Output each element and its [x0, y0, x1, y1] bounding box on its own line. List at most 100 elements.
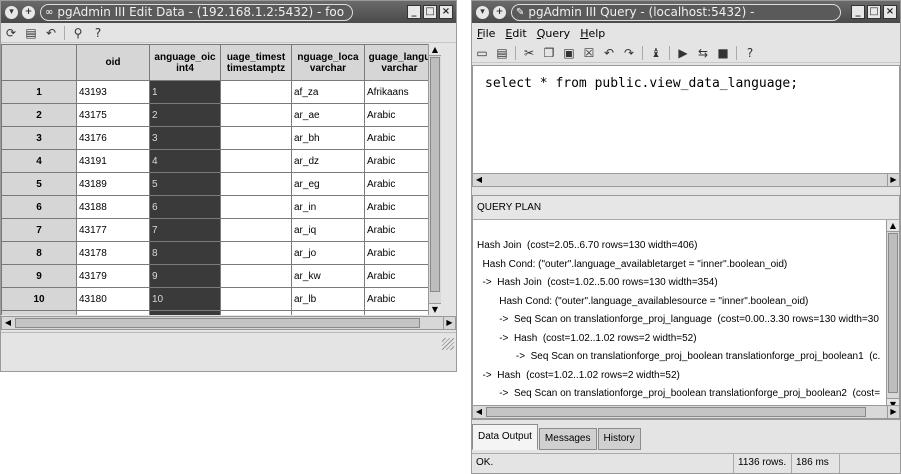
cell-language-timestamp[interactable] — [220, 126, 292, 150]
tab-messages[interactable]: Messages — [538, 428, 597, 450]
cell-language-language[interactable]: Arabic — [364, 287, 435, 311]
cell-language-language[interactable]: Arabic — [364, 195, 435, 219]
scroll-thumb[interactable] — [430, 57, 440, 292]
menu-edit[interactable]: Edit — [505, 27, 526, 40]
window-add-icon[interactable]: + — [22, 5, 35, 19]
cell-language-locale[interactable]: ar_jo — [291, 241, 365, 265]
resize-grip-icon[interactable] — [442, 338, 454, 350]
cell-language-timestamp[interactable] — [220, 287, 292, 311]
row-number[interactable]: 2 — [1, 103, 77, 127]
sql-editor[interactable]: select * from public.view_data_language; — [472, 65, 900, 184]
cell-language-oid[interactable]: 9 — [149, 264, 221, 288]
minimize-icon[interactable]: _ — [851, 5, 865, 19]
table-row[interactable]: 8 43178 8 ar_jo Arabic — [1, 241, 435, 265]
cell-oid[interactable]: 43178 — [76, 241, 150, 265]
row-number[interactable]: 9 — [1, 264, 77, 288]
cell-language-timestamp[interactable] — [220, 218, 292, 242]
menu-help[interactable]: Help — [580, 27, 605, 40]
save-icon[interactable]: ▤ — [495, 46, 509, 60]
cell-language-locale[interactable]: ar_bh — [291, 126, 365, 150]
column-header-language-language[interactable]: guage_langu varchar — [364, 44, 435, 81]
grid-vertical-scrollbar[interactable]: ▲ ▼ — [428, 44, 441, 315]
cell-language-language[interactable]: Arabic — [364, 103, 435, 127]
table-row[interactable]: 5 43189 5 ar_eg Arabic — [1, 172, 435, 196]
row-number[interactable]: 1 — [1, 80, 77, 104]
column-header-oid[interactable]: oid — [76, 44, 150, 81]
cell-language-language[interactable]: Arabic — [364, 310, 435, 315]
cell-oid[interactable]: 43189 — [76, 172, 150, 196]
table-row[interactable]: 3 43176 3 ar_bh Arabic — [1, 126, 435, 150]
table-row[interactable]: 9 43179 9 ar_kw Arabic — [1, 264, 435, 288]
open-icon[interactable]: ▭ — [475, 46, 489, 60]
column-header-language-locale[interactable]: nguage_loca varchar — [291, 44, 365, 81]
close-icon[interactable]: × — [883, 5, 897, 19]
scroll-right-icon[interactable]: ▶ — [887, 174, 899, 186]
table-row[interactable]: 7 43177 7 ar_iq Arabic — [1, 218, 435, 242]
row-number[interactable]: 5 — [1, 172, 77, 196]
window-add-icon[interactable]: + — [493, 5, 506, 19]
output-horizontal-scrollbar[interactable]: ◀ ▶ — [472, 405, 900, 419]
column-header-language-timestamp[interactable]: uage_timest timestamptz — [220, 44, 292, 81]
filter-icon[interactable]: ⚲ — [71, 26, 85, 40]
cell-language-locale[interactable]: ar_ly — [291, 310, 365, 315]
cell-language-timestamp[interactable] — [220, 310, 292, 315]
window-menu-icon[interactable]: ▾ — [476, 5, 489, 19]
maximize-icon[interactable]: □ — [867, 5, 881, 19]
cell-oid[interactable]: 43179 — [76, 264, 150, 288]
execute-icon[interactable]: ▶ — [676, 46, 690, 60]
cell-language-locale[interactable]: ar_kw — [291, 264, 365, 288]
scroll-thumb[interactable] — [888, 233, 898, 393]
cell-oid[interactable]: 43177 — [76, 218, 150, 242]
cell-oid[interactable]: 43188 — [76, 195, 150, 219]
row-number[interactable]: 4 — [1, 149, 77, 173]
help-icon[interactable]: ? — [91, 26, 105, 40]
scroll-up-icon[interactable]: ▲ — [429, 44, 441, 56]
output-vertical-scrollbar[interactable]: ▲ ▼ — [886, 220, 899, 410]
cell-language-timestamp[interactable] — [220, 195, 292, 219]
cell-language-locale[interactable]: ar_lb — [291, 287, 365, 311]
cell-language-oid[interactable]: 8 — [149, 241, 221, 265]
cell-language-locale[interactable]: ar_eg — [291, 172, 365, 196]
maximize-icon[interactable]: □ — [423, 5, 437, 19]
cell-oid[interactable]: 43181 — [76, 310, 150, 315]
cell-language-oid[interactable]: 2 — [149, 103, 221, 127]
minimize-icon[interactable]: _ — [407, 5, 421, 19]
cell-oid[interactable]: 43180 — [76, 287, 150, 311]
table-row[interactable]: 1 43193 1 af_za Afrikaans — [1, 80, 435, 104]
undo-icon[interactable]: ↶ — [602, 46, 616, 60]
cell-language-locale[interactable]: ar_ae — [291, 103, 365, 127]
menu-file[interactable]: File — [477, 27, 495, 40]
table-row[interactable]: 6 43188 6 ar_in Arabic — [1, 195, 435, 219]
cell-language-timestamp[interactable] — [220, 264, 292, 288]
row-number[interactable]: 10 — [1, 287, 77, 311]
row-number[interactable]: 3 — [1, 126, 77, 150]
corner-header[interactable] — [1, 44, 77, 81]
close-icon[interactable]: × — [439, 5, 453, 19]
cell-language-timestamp[interactable] — [220, 103, 292, 127]
editor-horizontal-scrollbar[interactable]: ◀ ▶ — [472, 173, 900, 187]
refresh-icon[interactable]: ⟳ — [4, 26, 18, 40]
row-number[interactable]: 6 — [1, 195, 77, 219]
scroll-right-icon[interactable]: ▶ — [443, 317, 455, 329]
cell-language-oid[interactable]: 6 — [149, 195, 221, 219]
cell-oid[interactable]: 43193 — [76, 80, 150, 104]
cell-language-locale[interactable]: ar_in — [291, 195, 365, 219]
clear-icon[interactable]: ☒ — [582, 46, 596, 60]
output-pane[interactable]: QUERY PLAN Hash Join (cost=2.05..6.70 ro… — [472, 195, 900, 420]
hscroll-thumb[interactable] — [15, 318, 420, 328]
edit-data-titlebar[interactable]: ▾ + ∞ pgAdmin III Edit Data - (192.168.1… — [1, 1, 456, 23]
scroll-left-icon[interactable]: ◀ — [473, 174, 485, 186]
explain-icon[interactable]: ⇆ — [696, 46, 710, 60]
table-row[interactable]: 114318111 ar_lyArabic — [1, 310, 435, 315]
menu-query[interactable]: Query — [537, 27, 570, 40]
find-icon[interactable]: ♝ — [649, 46, 663, 60]
hscroll-thumb[interactable] — [486, 407, 866, 417]
copy-icon[interactable]: ❐ — [542, 46, 556, 60]
cell-language-oid[interactable]: 3 — [149, 126, 221, 150]
save-icon[interactable]: ▤ — [24, 26, 38, 40]
cell-language-language[interactable]: Arabic — [364, 241, 435, 265]
cell-language-locale[interactable]: af_za — [291, 80, 365, 104]
column-header-language-oid[interactable]: anguage_oic int4 — [149, 44, 221, 81]
table-row[interactable]: 2 43175 2 ar_ae Arabic — [1, 103, 435, 127]
cell-language-oid[interactable]: 10 — [149, 287, 221, 311]
